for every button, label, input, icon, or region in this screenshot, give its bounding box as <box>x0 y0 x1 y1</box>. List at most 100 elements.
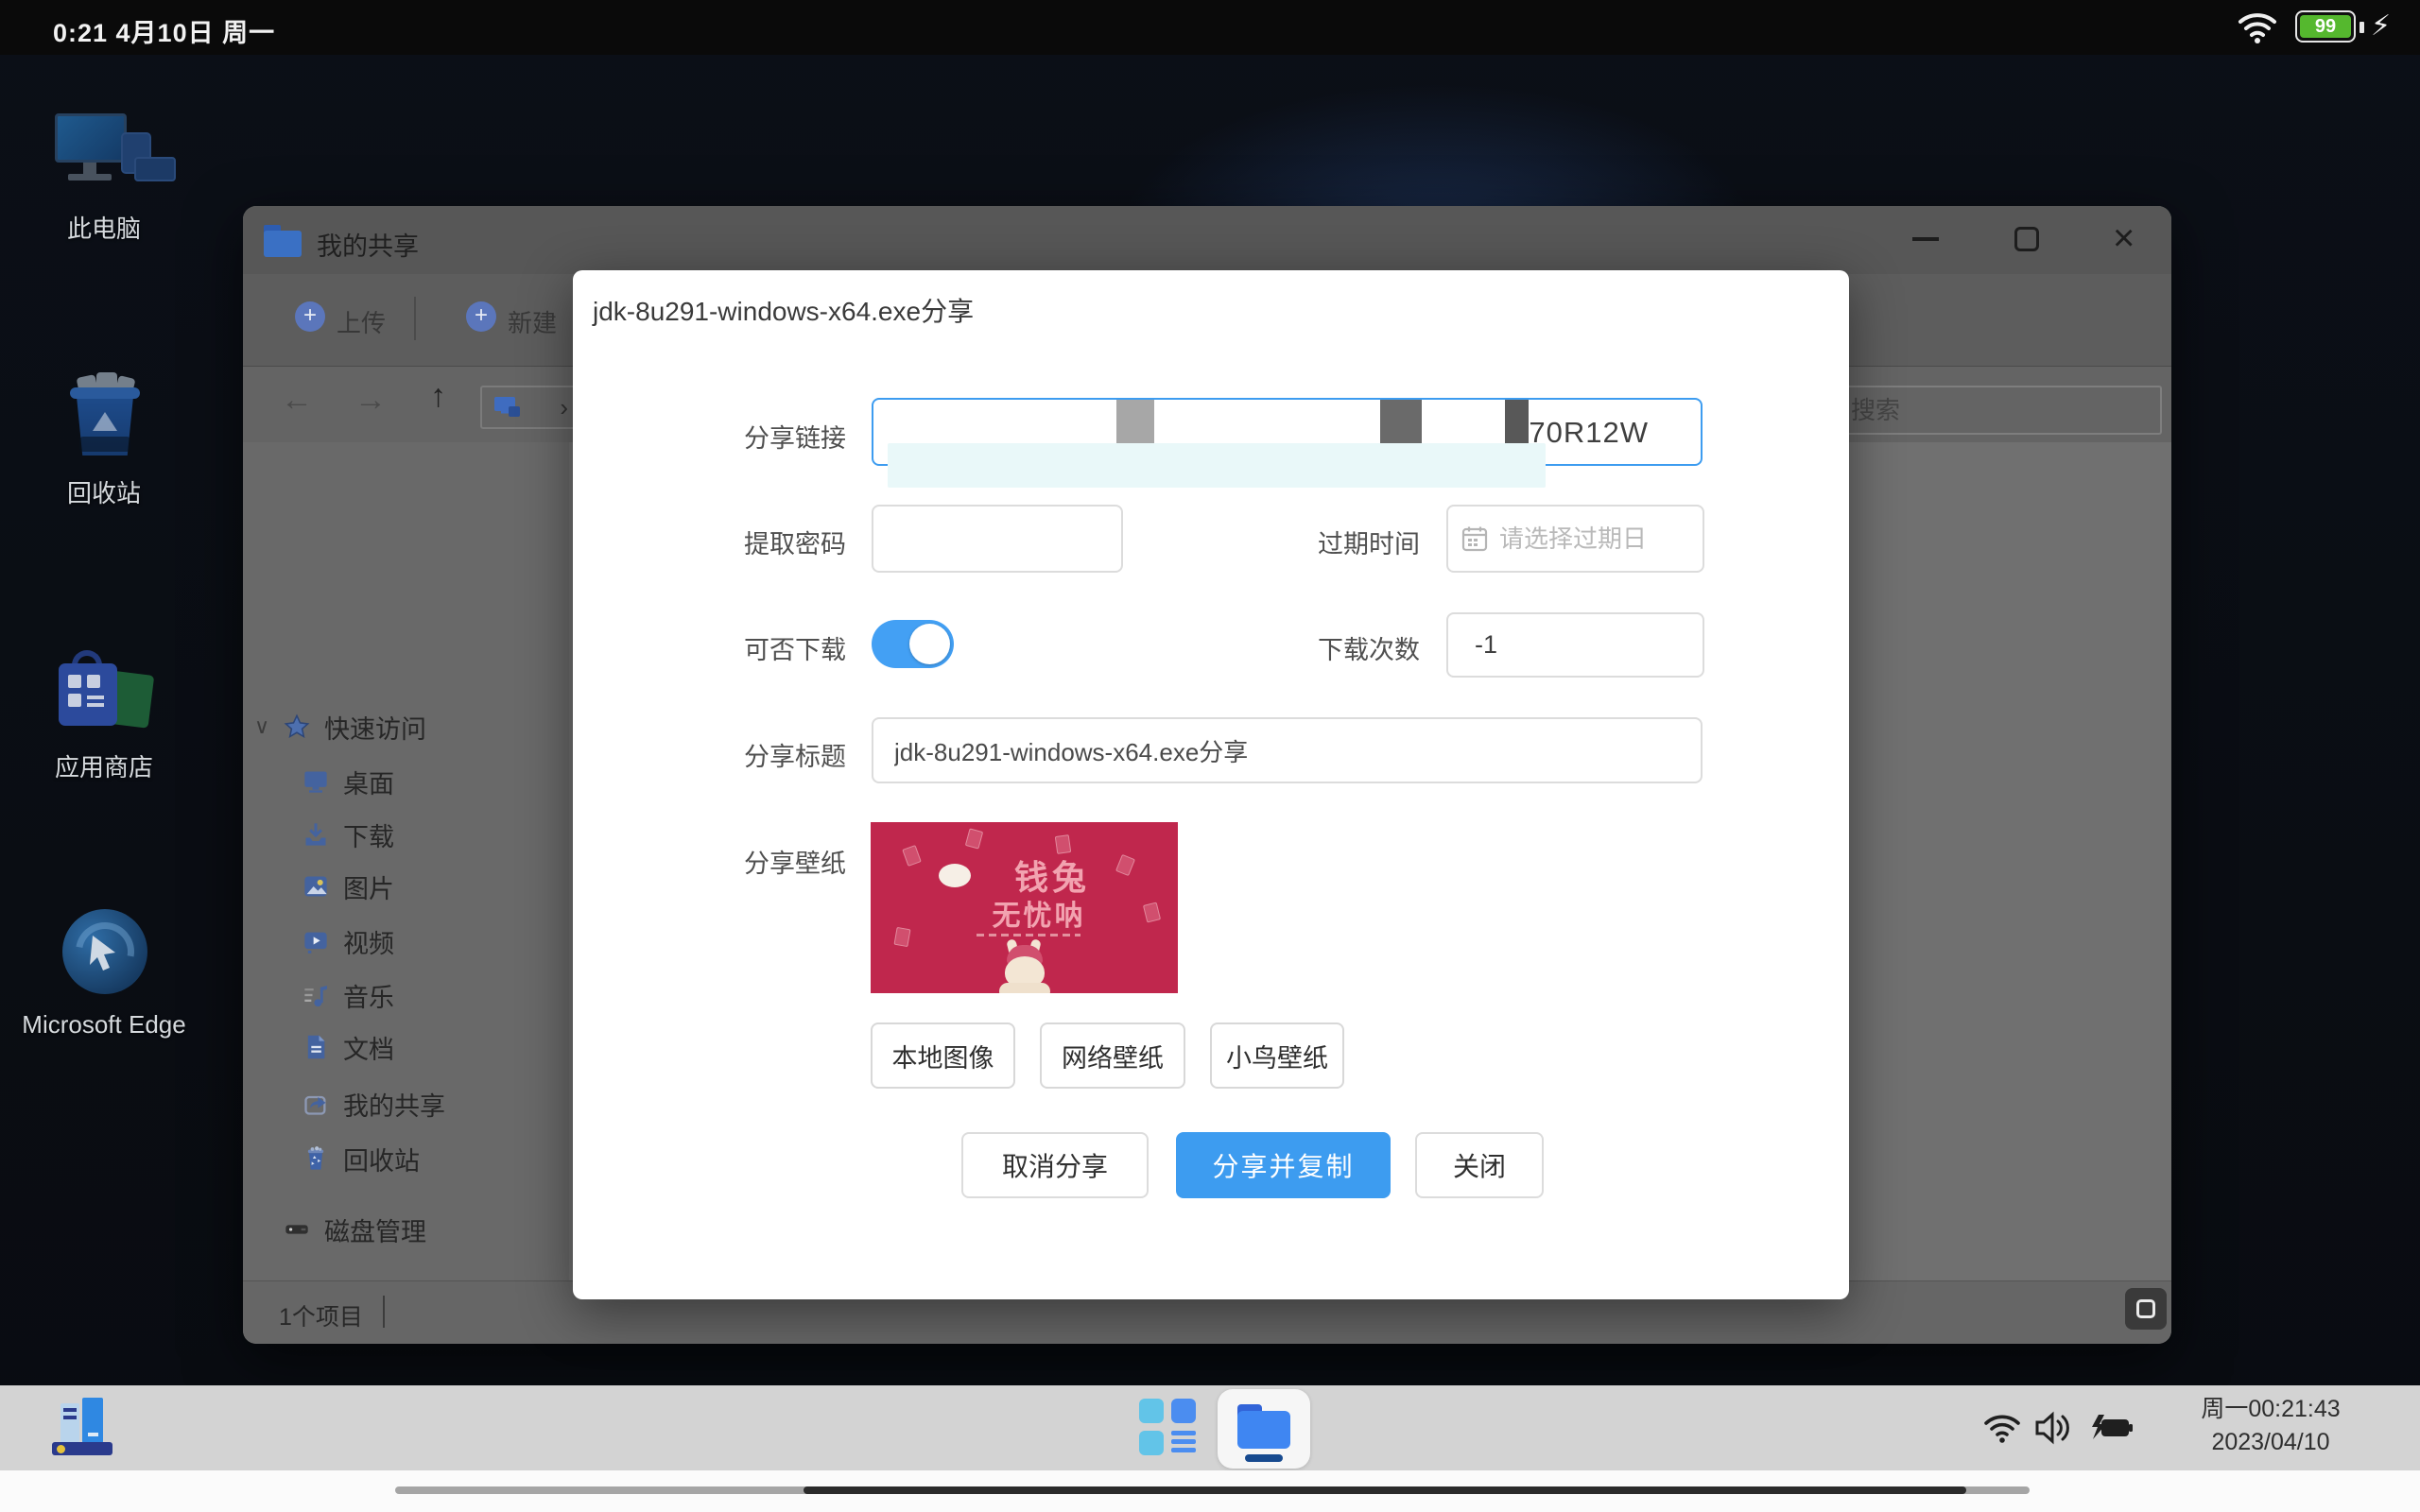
app-grid-button[interactable] <box>1139 1399 1198 1457</box>
share-icon <box>302 1091 330 1117</box>
share-link-visible-text: 70R12W <box>1529 416 1649 450</box>
sidebar-item-my-shares[interactable]: 我的共享 <box>243 1084 569 1124</box>
wallpaper-label: 分享壁纸 <box>685 843 846 880</box>
back-button[interactable]: ← <box>281 382 313 419</box>
red-envelope <box>893 927 910 947</box>
sidebar-item-music[interactable]: 音乐 <box>243 975 569 1015</box>
up-button[interactable]: ↑ <box>430 378 446 415</box>
sidebar-item-downloads[interactable]: 下载 <box>243 815 569 854</box>
share-dialog: jdk-8u291-windows-x64.exe分享 分享链接 70R12W … <box>573 270 1849 1299</box>
star-icon <box>283 713 311 740</box>
plus-icon[interactable]: + <box>295 301 325 332</box>
volume-icon[interactable] <box>2034 1410 2072 1446</box>
redaction-block <box>1116 400 1154 445</box>
sidebar-item-recycle-bin[interactable]: 回收站 <box>243 1139 569 1178</box>
share-title-field[interactable] <box>872 717 1703 783</box>
grid-view-icon <box>2136 1299 2155 1318</box>
battery-indicator[interactable]: 99 <box>2295 10 2356 43</box>
minimize-button[interactable] <box>1912 237 1939 241</box>
speech-bubble <box>939 864 971 887</box>
share-title-input[interactable] <box>873 719 1701 782</box>
file-manager-task-button[interactable] <box>1218 1389 1310 1469</box>
status-divider <box>383 1296 385 1328</box>
clock-time: 周一00:21:43 <box>2195 1393 2346 1426</box>
local-image-button[interactable]: 本地图像 <box>871 1022 1015 1089</box>
disk-icon <box>283 1216 311 1243</box>
battery-charging-icon[interactable] <box>2085 1414 2135 1442</box>
share-link-field[interactable]: 70R12W <box>872 398 1703 466</box>
trash-icon <box>302 1145 330 1172</box>
new-button[interactable]: 新建 <box>508 304 557 339</box>
password-input[interactable] <box>873 507 1121 571</box>
share-and-copy-button[interactable]: 分享并复制 <box>1176 1132 1391 1198</box>
breadcrumb[interactable]: › <box>480 386 576 429</box>
app-store-label: 应用商店 <box>0 748 208 783</box>
cancel-share-button[interactable]: 取消分享 <box>961 1132 1149 1198</box>
monitor-icon <box>302 768 330 795</box>
music-note-icon <box>302 982 330 1008</box>
charging-bolt-icon: ⚡ <box>2371 9 2391 43</box>
sidebar-item-pictures[interactable]: 图片 <box>243 867 569 906</box>
selection-highlight <box>888 443 1546 488</box>
search-input[interactable] <box>1834 386 2162 435</box>
top-status-bar: 0:21 4月10日 周一 99 ⚡ <box>0 0 2420 55</box>
video-icon <box>302 928 330 954</box>
sidebar-item-quick-access[interactable]: ∨ 快速访问 <box>243 707 569 747</box>
password-field[interactable] <box>872 505 1123 573</box>
taskbar: 周一00:21:43 2023/04/10 <box>0 1385 2420 1470</box>
wallpaper-preview[interactable]: 钱兔 无忧呐 <box>871 822 1178 993</box>
close-dialog-button[interactable]: 关闭 <box>1415 1132 1544 1198</box>
expiry-label: 过期时间 <box>1259 524 1420 560</box>
web-wallpaper-button[interactable]: 网络壁纸 <box>1040 1022 1185 1089</box>
red-envelope <box>1143 902 1161 922</box>
share-title-label: 分享标题 <box>685 736 846 773</box>
maximize-button[interactable] <box>2014 227 2039 251</box>
plus-icon[interactable]: + <box>466 301 496 332</box>
downloadable-toggle[interactable] <box>872 620 954 668</box>
wifi-icon[interactable] <box>2237 9 2278 45</box>
wallpaper-caption <box>977 934 1080 936</box>
downloadable-label: 可否下载 <box>685 629 846 666</box>
forward-button[interactable]: → <box>354 382 387 419</box>
top-clock: 0:21 4月10日 周一 <box>53 12 275 49</box>
battery-level: 99 <box>2300 15 2351 38</box>
wifi-icon[interactable] <box>1983 1412 2021 1444</box>
clock-date: 2023/04/10 <box>2195 1426 2346 1459</box>
sidebar-item-videos[interactable]: 视频 <box>243 921 569 961</box>
sidebar-item-documents[interactable]: 文档 <box>243 1027 569 1067</box>
document-icon <box>302 1034 330 1060</box>
red-envelope <box>902 845 922 867</box>
computer-icon <box>493 395 522 420</box>
download-count-field[interactable] <box>1446 612 1704 678</box>
scrollbar-track[interactable] <box>395 1486 2030 1494</box>
upload-button[interactable]: 上传 <box>337 304 386 339</box>
launcher-button[interactable] <box>52 1397 112 1457</box>
battery-nub <box>2360 22 2364 33</box>
this-pc-label: 此电脑 <box>0 210 208 245</box>
bottom-strip <box>0 1470 2420 1512</box>
share-link-label: 分享链接 <box>685 418 846 455</box>
sidebar-item-disk-management[interactable]: 磁盘管理 <box>243 1210 569 1249</box>
items-count: 1个项目 <box>279 1298 363 1332</box>
cursor-arrow-icon <box>83 930 129 975</box>
recycle-symbol <box>93 412 117 431</box>
sidebar: ∨ 快速访问 桌面 下载 图片 视频 音乐 <box>243 442 569 1280</box>
chevron-down-icon[interactable]: ∨ <box>254 714 283 739</box>
close-button[interactable]: × <box>2113 215 2135 261</box>
chevron-right-icon: › <box>560 393 568 422</box>
icon-view-button[interactable] <box>2125 1288 2167 1330</box>
toolbar-divider <box>414 297 416 340</box>
expiry-field[interactable] <box>1446 505 1704 573</box>
picture-icon <box>302 873 330 900</box>
red-envelope <box>965 828 983 849</box>
scrollbar-thumb[interactable] <box>804 1486 1966 1494</box>
sidebar-item-desktop[interactable]: 桌面 <box>243 762 569 801</box>
expiry-input[interactable] <box>1448 507 1703 571</box>
download-count-input[interactable] <box>1448 614 1703 676</box>
desktop-screen: 0:21 4月10日 周一 99 ⚡ 此电脑 回收站 <box>0 0 2420 1512</box>
taskbar-clock[interactable]: 周一00:21:43 2023/04/10 <box>2195 1393 2346 1459</box>
edge-label: Microsoft Edge <box>0 1007 208 1041</box>
bird-wallpaper-button[interactable]: 小鸟壁纸 <box>1210 1022 1344 1089</box>
window-titlebar[interactable]: 我的共享 × <box>243 206 2171 274</box>
app-grid-icon <box>1139 1399 1164 1423</box>
